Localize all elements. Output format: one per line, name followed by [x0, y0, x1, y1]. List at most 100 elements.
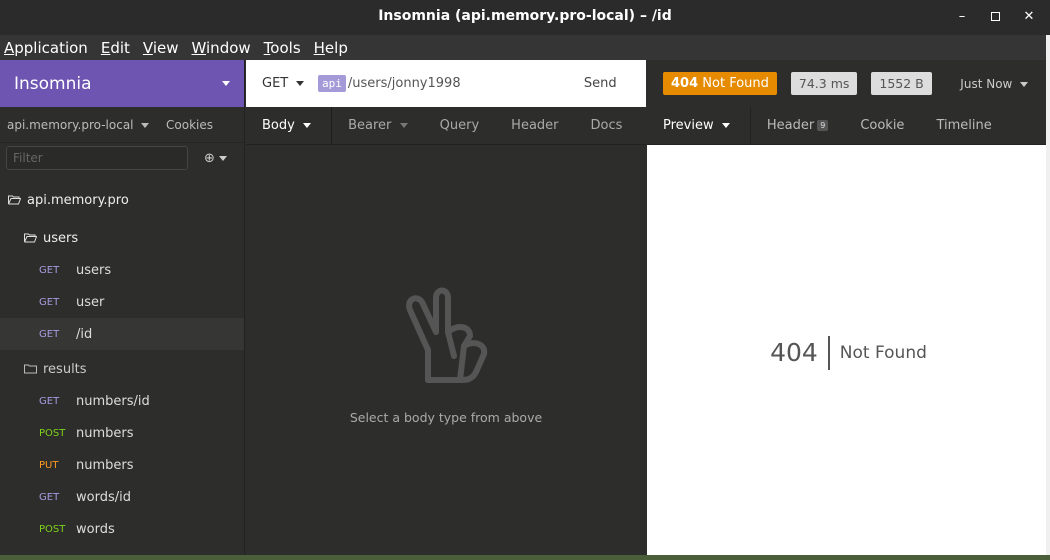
menu-view[interactable]: View: [143, 39, 179, 57]
tab-bearer[interactable]: Bearer: [332, 107, 424, 144]
folder-root[interactable]: api.memory.pro: [0, 184, 244, 216]
tab-label: Header: [766, 118, 815, 133]
status-code: 404: [671, 76, 699, 91]
method-label: GET: [39, 296, 60, 308]
tab-label: Header: [511, 118, 559, 133]
maximize-button[interactable]: [985, 8, 1005, 26]
method-label: POST: [39, 523, 66, 535]
tab-label: Query: [439, 118, 480, 133]
tab-label: Docs: [590, 118, 623, 133]
chevron-down-icon: [296, 81, 305, 86]
menu-edit[interactable]: Edit: [101, 39, 130, 57]
tab-response-header[interactable]: Header 9: [751, 107, 844, 144]
request-label: numbers/id: [76, 393, 150, 409]
request-item[interactable]: GET users: [0, 254, 244, 286]
chevron-down-icon: [1020, 81, 1028, 87]
environment-row: api.memory.pro-local Cookies: [0, 107, 244, 143]
menu-application[interactable]: Application: [4, 39, 88, 57]
chevron-down-icon: [219, 155, 228, 161]
folder-label: api.memory.pro: [27, 192, 129, 208]
cookies-button[interactable]: Cookies: [166, 118, 213, 132]
workspace-switcher[interactable]: Insomnia: [0, 60, 244, 107]
request-pane: GET api /users/jonny1998 Send Body Beare…: [246, 60, 646, 560]
method-label: GET: [39, 395, 60, 407]
method-label: POST: [39, 427, 66, 439]
request-tabs: Body Bearer Query Header Docs: [246, 107, 646, 145]
tab-label: Cookie: [860, 118, 905, 133]
request-label: numbers: [76, 425, 134, 441]
folder-label: users: [43, 230, 79, 246]
app-name: Insomnia: [14, 73, 92, 94]
tab-cookie[interactable]: Cookie: [844, 107, 920, 144]
method-selector[interactable]: GET: [246, 76, 316, 91]
request-item[interactable]: GET numbers/id: [0, 385, 244, 417]
add-item-button[interactable]: ⊕: [204, 150, 228, 166]
title-bar: Insomnia (api.memory.pro-local) – /id – …: [0, 0, 1050, 35]
request-label: users: [76, 262, 112, 278]
timestamp-label: Just Now: [960, 76, 1013, 91]
maximize-icon: [990, 12, 1000, 21]
request-label: /id: [76, 326, 93, 342]
method-label: GET: [39, 264, 60, 276]
window-edge: [1046, 35, 1050, 560]
environment-selector[interactable]: api.memory.pro-local: [7, 118, 150, 132]
menu-help[interactable]: Help: [314, 39, 348, 57]
tab-preview[interactable]: Preview: [647, 107, 751, 144]
response-time: 74.3 ms: [790, 72, 858, 95]
folder-open-icon: [8, 195, 21, 205]
menu-bar: Application Edit View Window Tools Help: [0, 35, 1050, 60]
response-pane: 404 Not Found 74.3 ms 1552 B Just Now Pr…: [647, 60, 1050, 560]
folder-open-icon: [24, 233, 37, 243]
tab-docs[interactable]: Docs: [575, 107, 639, 144]
response-preview: 404 Not Found: [647, 145, 1050, 560]
desktop-background-strip: [0, 555, 1050, 560]
menu-tools[interactable]: Tools: [264, 39, 301, 57]
env-variable-tag[interactable]: api: [318, 75, 346, 92]
folder-users[interactable]: users: [0, 222, 244, 254]
tab-label: Bearer: [348, 118, 392, 133]
url-input[interactable]: /users/jonny1998: [348, 76, 576, 91]
method-label: PUT: [39, 459, 59, 471]
menu-window[interactable]: Window: [192, 39, 251, 57]
error-code: 404: [770, 335, 830, 370]
url-bar: GET api /users/jonny1998 Send: [246, 60, 646, 107]
method-value: GET: [262, 76, 289, 91]
filter-input[interactable]: [6, 146, 188, 170]
request-item-active[interactable]: GET/id: [0, 318, 244, 350]
tab-label: Preview: [663, 118, 714, 133]
status-text: Not Found: [702, 76, 769, 91]
plus-circle-icon: ⊕: [204, 150, 215, 166]
chevron-down-icon: [222, 81, 230, 86]
tab-header[interactable]: Header: [495, 107, 574, 144]
request-item[interactable]: POST words: [0, 513, 244, 545]
peace-hand-icon: [406, 287, 488, 383]
close-button[interactable]: ✕: [1019, 8, 1039, 26]
error-message: Not Found: [839, 342, 927, 363]
tab-query[interactable]: Query: [424, 107, 496, 144]
method-label: GET: [39, 491, 60, 503]
window-title: Insomnia (api.memory.pro-local) – /id: [378, 8, 672, 24]
response-tabs: Preview Header 9 Cookie Timeline: [647, 107, 1050, 145]
filter-row: ⊕: [0, 143, 244, 173]
history-dropdown[interactable]: Just Now: [960, 77, 1028, 91]
minimize-button[interactable]: –: [952, 8, 972, 26]
sidebar: Insomnia api.memory.pro-local Cookies ⊕ …: [0, 60, 245, 560]
tab-body[interactable]: Body: [246, 107, 333, 144]
status-badge: 404 Not Found: [663, 72, 777, 95]
request-item[interactable]: POST numbers: [0, 417, 244, 449]
request-item[interactable]: PUT numbers: [0, 449, 244, 481]
chevron-down-icon: [141, 122, 150, 128]
request-label: user: [76, 294, 105, 310]
header-count-badge: 9: [817, 120, 829, 131]
send-button[interactable]: Send: [584, 76, 617, 91]
request-item[interactable]: GET user: [0, 286, 244, 318]
request-item[interactable]: GET words/id: [0, 481, 244, 513]
chevron-down-icon: [303, 123, 312, 128]
request-tree: api.memory.pro users GET users GET user GE…: [0, 184, 244, 545]
tab-label: Timeline: [936, 118, 992, 133]
folder-results[interactable]: results: [0, 353, 244, 385]
request-label: numbers: [76, 457, 134, 473]
tab-timeline[interactable]: Timeline: [920, 107, 1007, 144]
response-size: 1552 B: [871, 72, 932, 95]
method-label: GET: [39, 328, 60, 340]
